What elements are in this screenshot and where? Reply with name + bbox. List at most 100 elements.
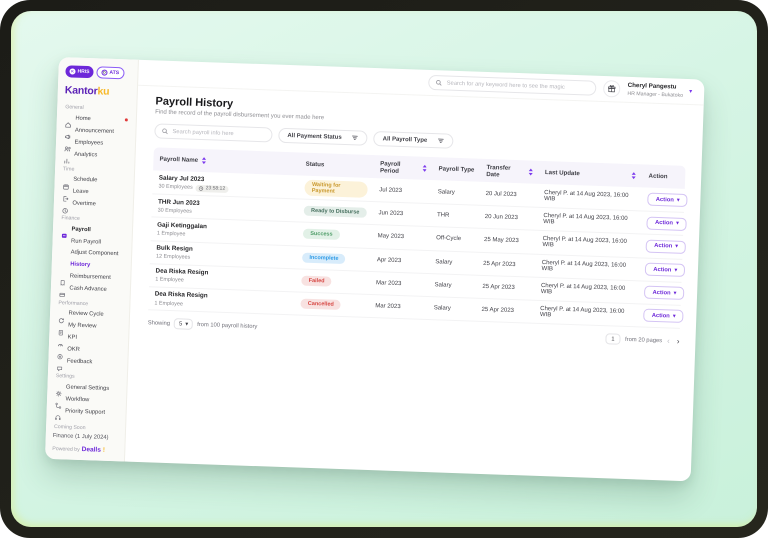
ats-toggle[interactable]: D ATS (96, 66, 124, 79)
sidebar-item-employees[interactable]: Employees (63, 137, 128, 150)
sort-icon (528, 168, 533, 175)
hris-logo-icon: K (69, 68, 75, 74)
section-title-settings: Settings (56, 373, 120, 381)
sidebar-item-kpi[interactable]: KPI (56, 333, 121, 346)
global-search-input[interactable] (447, 80, 590, 91)
hris-label: HRIS (77, 69, 89, 75)
sort-icon (631, 172, 636, 179)
clock-icon (62, 201, 69, 208)
clock-icon (199, 186, 204, 191)
sidebar-item-leave[interactable]: Leave (61, 187, 126, 200)
payroll-period: Mar 2023 (369, 299, 428, 314)
payroll-type-filter[interactable]: All Payroll Type (373, 131, 453, 149)
mockup-frame: K HRIS D ATS Kantorku General Home Annou… (0, 0, 768, 538)
payroll-period: Apr 2023 (371, 253, 430, 268)
sidebar-item-analytics[interactable]: Analytics (62, 149, 127, 162)
sidebar-item-cash-advance[interactable]: Cash Advance (58, 283, 123, 296)
payroll-period: May 2023 (371, 230, 430, 245)
payroll-type: Salary (428, 301, 476, 316)
rewards-button[interactable] (603, 80, 621, 98)
sidebar-item-run-payroll[interactable]: Run Payroll (59, 236, 124, 248)
dealls-bang: ! (103, 446, 105, 453)
page-content: Payroll History Find the record of the p… (130, 86, 704, 348)
sidebar-item-label: Schedule (73, 177, 97, 185)
countdown-chip: 23:58:12 (196, 185, 229, 193)
sidebar-item-label: Feedback (67, 359, 93, 367)
col-last-update[interactable]: Last Update (539, 164, 643, 184)
global-search[interactable] (428, 75, 596, 96)
sidebar-item-workflow[interactable]: Workflow (54, 394, 119, 407)
chevron-down-icon: ▾ (677, 197, 680, 203)
payroll-type-filter-label: All Payroll Type (383, 136, 428, 144)
payroll-table: Payroll Name Status Payroll Period Payro… (148, 147, 685, 328)
payroll-search-input[interactable] (172, 129, 265, 138)
sidebar-item-label: Analytics (74, 151, 97, 159)
last-update: Cheryl P. at 14 Aug 2023, 16:00 WIB (535, 256, 639, 279)
sidebar-item-label: History (70, 261, 90, 269)
filter-icon (437, 137, 444, 144)
transfer-date: 25 Apr 2023 (477, 257, 536, 272)
row-action-button[interactable]: Action▾ (645, 263, 685, 277)
sidebar-item-review-cycle[interactable]: Review Cycle (57, 309, 122, 322)
col-action: Action (642, 168, 685, 185)
row-action-button[interactable]: Action▾ (644, 309, 684, 323)
page-size-select[interactable]: 5▾ (174, 318, 194, 330)
user-menu[interactable]: Cheryl Pangestu HR Manager - Bukatoko ▾ (627, 82, 692, 98)
sidebar-item-feedback[interactable]: Feedback (55, 357, 120, 370)
sidebar: K HRIS D ATS Kantorku General Home Annou… (45, 57, 139, 462)
payroll-type: THR (431, 209, 479, 224)
main-area: Cheryl Pangestu HR Manager - Bukatoko ▾ … (125, 60, 705, 482)
payroll-type: Salary (432, 185, 480, 200)
sidebar-item-history[interactable]: History (59, 260, 124, 272)
last-update: Cheryl P. at 14 Aug 2023, 16:00 WIB (536, 233, 640, 256)
sort-icon (201, 157, 206, 164)
sidebar-item-overtime[interactable]: Overtime (61, 199, 126, 212)
sidebar-item-label: Payroll (71, 226, 91, 234)
app-window: K HRIS D ATS Kantorku General Home Annou… (45, 57, 705, 481)
sidebar-item-payroll[interactable]: Payroll (60, 224, 125, 237)
hris-toggle[interactable]: K HRIS (65, 65, 93, 78)
col-payroll-period[interactable]: Payroll Period (374, 155, 433, 180)
sidebar-item-announcement[interactable]: Announcement (63, 125, 128, 138)
section-title-general: General (65, 104, 129, 112)
credit-card-icon (59, 285, 66, 292)
current-page[interactable]: 1 (606, 333, 621, 344)
sidebar-item-okr[interactable]: OKR (56, 345, 121, 358)
sidebar-item-reimbursement[interactable]: Reimbursement (58, 271, 123, 284)
employee-count: 1 Employee (154, 300, 183, 307)
filter-icon (352, 134, 359, 141)
sidebar-item-schedule[interactable]: Schedule (62, 175, 127, 188)
pagination: 1 from 20 pages ‹ › (606, 333, 680, 347)
sidebar-item-general-settings[interactable]: General Settings (54, 382, 119, 395)
chevron-down-icon: ▾ (689, 88, 692, 95)
sidebar-item-home[interactable]: Home (64, 113, 129, 126)
row-action-button[interactable]: Action▾ (646, 240, 686, 254)
row-action-button[interactable]: Action▾ (644, 286, 684, 300)
search-icon (436, 79, 443, 86)
status-badge: Success (303, 229, 340, 240)
payroll-period: Mar 2023 (370, 276, 429, 291)
sidebar-item-my-review[interactable]: My Review (56, 321, 121, 334)
payment-status-filter[interactable]: All Payment Status (278, 128, 368, 146)
col-transfer-date[interactable]: Transfer Date (480, 159, 539, 184)
product-switcher: K HRIS D ATS (65, 65, 130, 79)
sidebar-item-label: Cash Advance (69, 285, 107, 294)
payment-status-filter-label: All Payment Status (287, 133, 342, 141)
col-payroll-name[interactable]: Payroll Name (153, 151, 300, 172)
payroll-search[interactable] (154, 123, 272, 142)
payroll-wallet-icon (61, 226, 68, 233)
gear-icon (55, 384, 62, 391)
row-action-button[interactable]: Action▾ (648, 193, 688, 207)
sidebar-item-adjust-component[interactable]: Adjust Component (59, 248, 124, 260)
sidebar-item-label: OKR (67, 347, 80, 355)
gift-icon (607, 84, 616, 93)
sidebar-item-priority-support[interactable]: Priority Support (53, 406, 118, 419)
payroll-type: Salary (429, 255, 477, 270)
prev-page-button[interactable]: ‹ (667, 337, 670, 345)
transfer-date: 25 Apr 2023 (475, 303, 534, 318)
last-update: Cheryl P. at 14 Aug 2023, 16:00 WIB (534, 302, 638, 325)
search-icon (161, 128, 168, 135)
next-page-button[interactable]: › (677, 337, 680, 345)
gauge-icon (57, 335, 64, 342)
row-action-button[interactable]: Action▾ (647, 216, 687, 230)
